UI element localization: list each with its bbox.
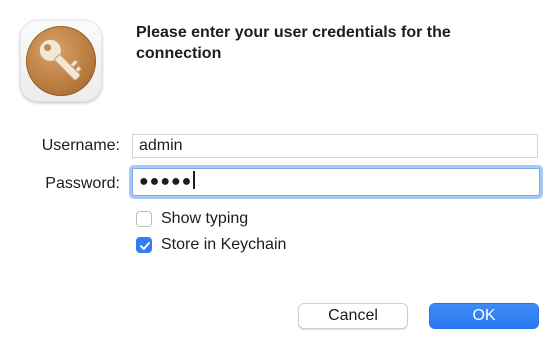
show-typing-checkbox[interactable] <box>136 211 152 227</box>
password-label: Password: <box>45 175 120 192</box>
credentials-dialog: Please enter your user credentials for t… <box>0 0 558 350</box>
show-typing-option[interactable]: Show typing <box>136 210 248 228</box>
store-keychain-label: Store in Keychain <box>161 236 287 253</box>
key-icon <box>38 38 83 81</box>
dialog-heading: Please enter your user credentials for t… <box>136 24 451 62</box>
show-typing-label: Show typing <box>161 210 249 227</box>
username-field[interactable]: admin <box>132 134 538 158</box>
checkmark-icon <box>140 242 150 250</box>
cancel-button[interactable]: Cancel <box>298 303 408 329</box>
password-field[interactable]: ●●●●● <box>132 168 540 196</box>
ok-button[interactable]: OK <box>429 303 539 329</box>
text-caret <box>193 171 195 189</box>
username-label: Username: <box>41 137 120 154</box>
password-value: ●●●●● <box>139 173 193 190</box>
store-keychain-checkbox[interactable] <box>136 237 152 253</box>
app-icon <box>20 20 102 102</box>
username-value: admin <box>139 137 183 154</box>
store-keychain-option[interactable]: Store in Keychain <box>136 236 286 254</box>
